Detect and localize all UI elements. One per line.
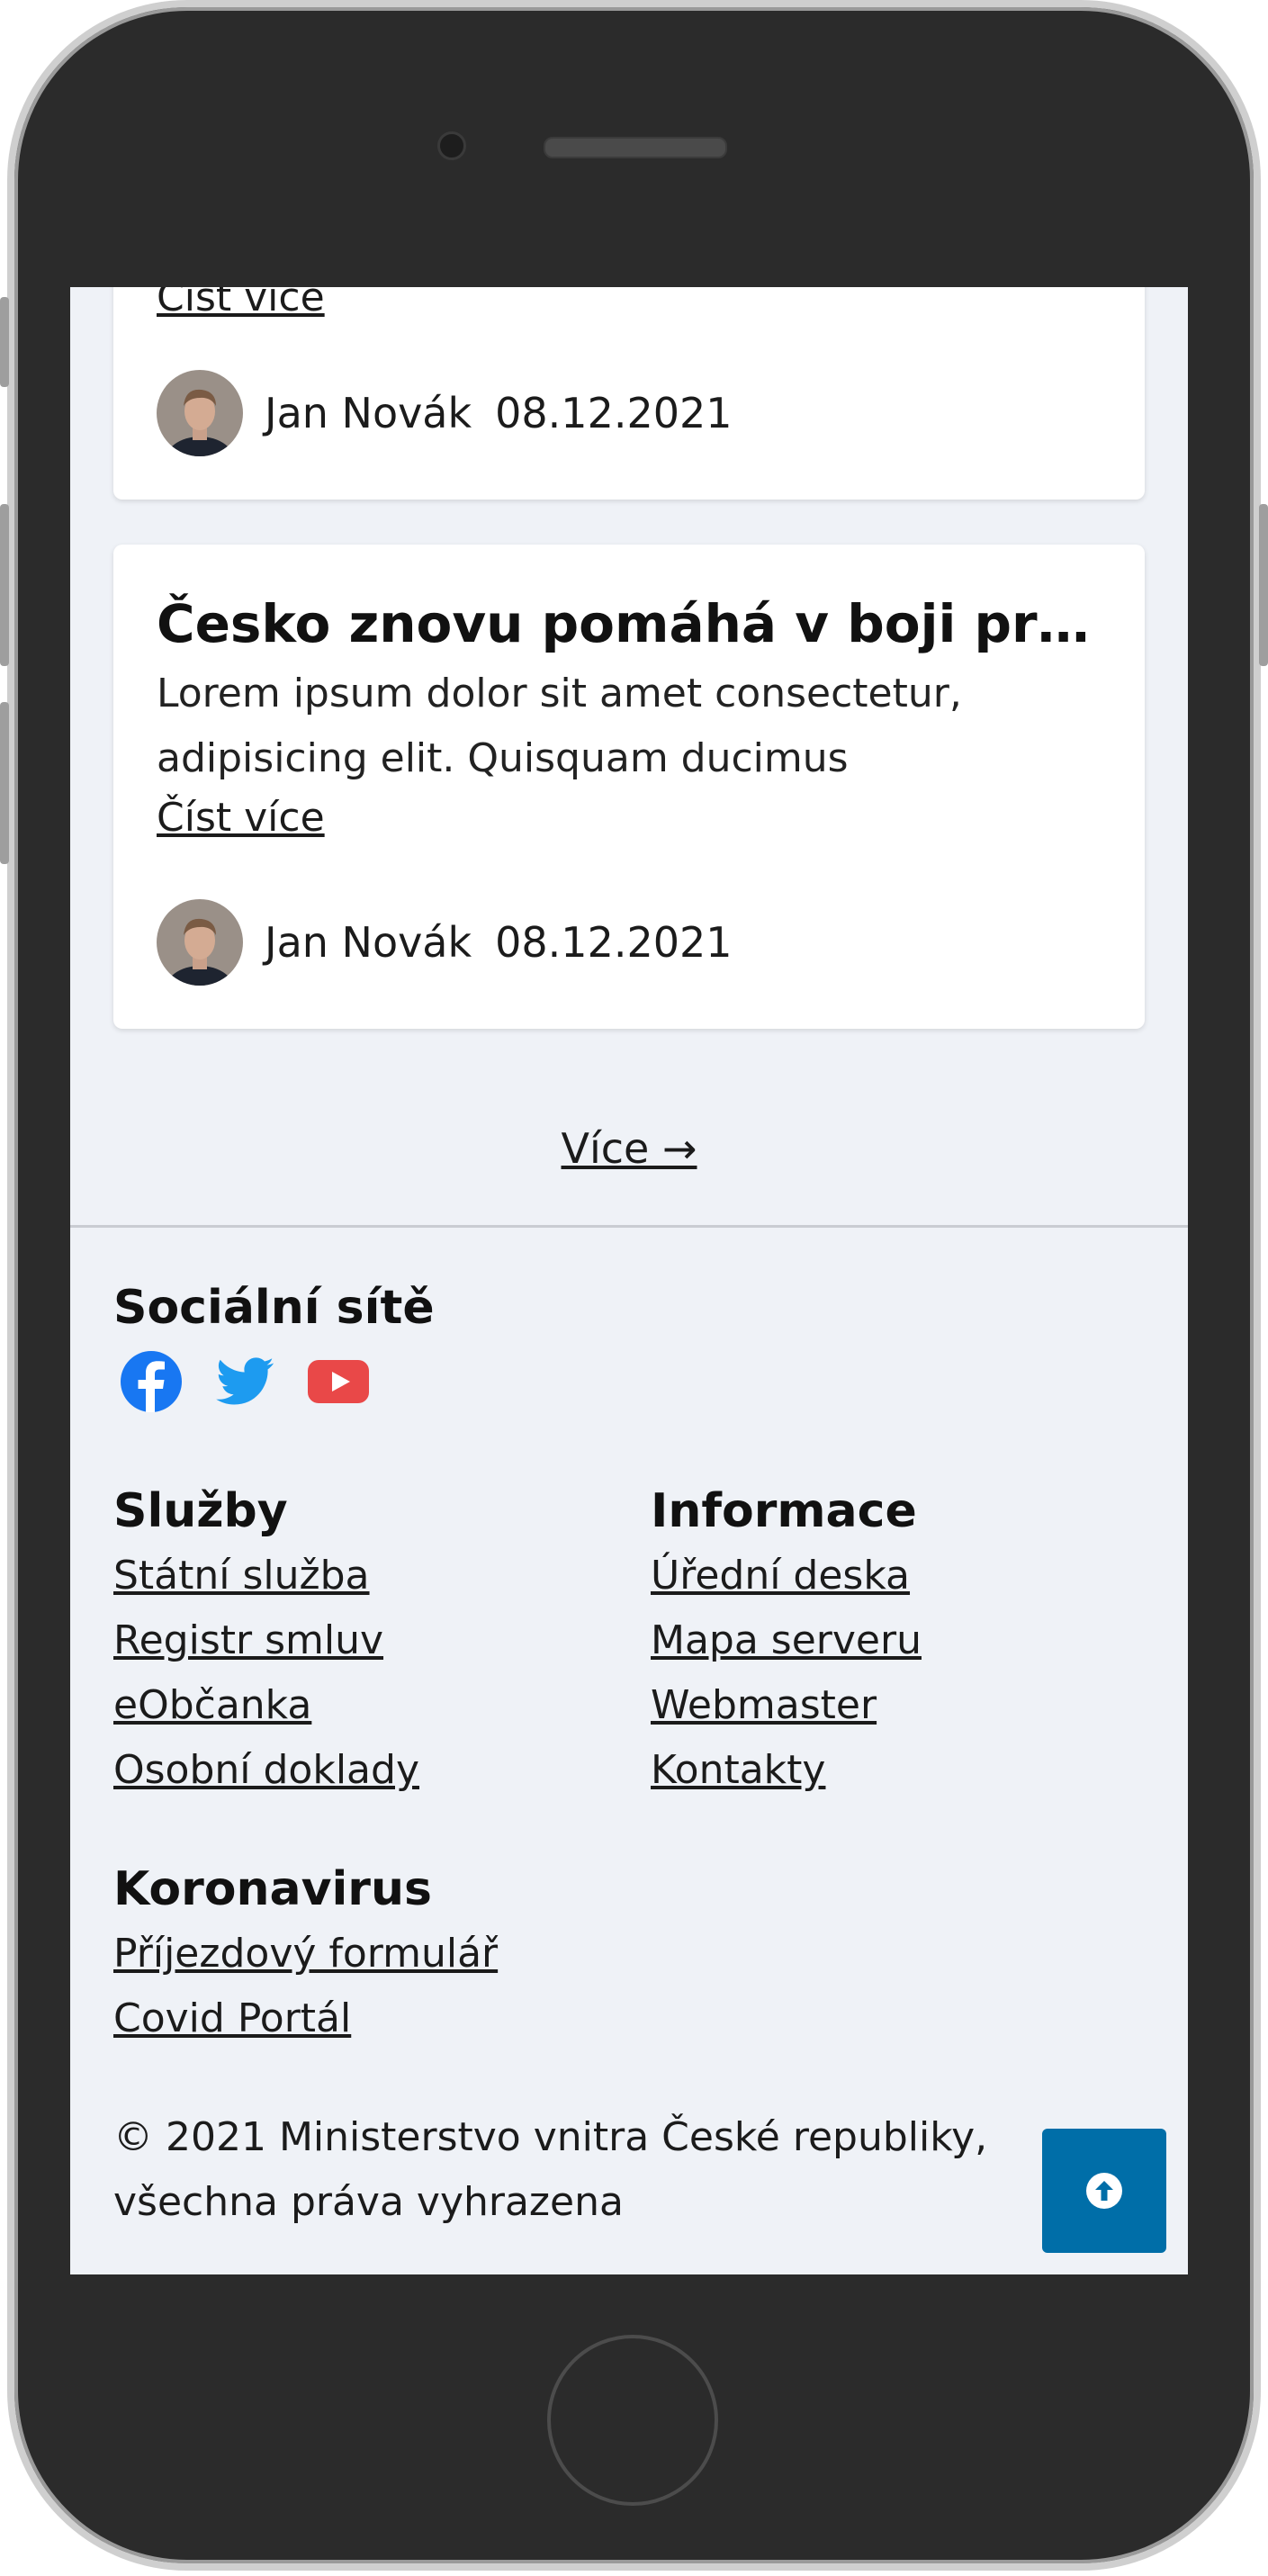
social-icons [119, 1349, 371, 1414]
footer-link-statni-sluzba[interactable]: Státní služba [113, 1544, 419, 1608]
article-card: Česko znovu pomáhá v boji proti koronavi… [113, 545, 1145, 1029]
coronavirus-links: Příjezdový formulář Covid Portál [113, 1922, 498, 2051]
earpiece-speaker [544, 137, 727, 158]
front-camera [437, 131, 466, 160]
footer-link-covid-portal[interactable]: Covid Portál [113, 1986, 498, 2051]
footer-link-prijezdovy-formular[interactable]: Příjezdový formulář [113, 1922, 498, 1986]
phone-volume-up-button [0, 504, 9, 666]
article-date: 08.12.2021 [495, 389, 733, 437]
footer-link-webmaster[interactable]: Webmaster [651, 1673, 922, 1738]
information-links: Úřední deska Mapa serveru Webmaster Kont… [651, 1544, 922, 1803]
more-articles-link[interactable]: Více → [561, 1124, 697, 1173]
footer-link-osobni-doklady[interactable]: Osobní doklady [113, 1738, 419, 1803]
read-more-link[interactable]: Číst více [157, 795, 325, 841]
home-button[interactable] [547, 2335, 718, 2506]
author-avatar [157, 899, 243, 986]
author-name: Jan Novák [265, 918, 472, 967]
author-name: Jan Novák [265, 389, 472, 437]
services-links: Státní služba Registr smluv eObčanka Oso… [113, 1544, 419, 1803]
youtube-icon[interactable] [306, 1349, 371, 1414]
article-title[interactable]: Česko znovu pomáhá v boji proti koronavi… [157, 593, 1111, 654]
footer-link-uredni-deska[interactable]: Úřední deska [651, 1544, 922, 1608]
article-card: Číst více Jan Novák 08.12.2021 [113, 287, 1145, 500]
phone-volume-down-button [0, 702, 9, 864]
article-author-row: Jan Novák 08.12.2021 [157, 899, 733, 986]
back-to-top-button[interactable] [1042, 2129, 1166, 2253]
article-author-row: Jan Novák 08.12.2021 [157, 370, 733, 456]
footer-link-mapa-serveru[interactable]: Mapa serveru [651, 1608, 922, 1673]
footer-link-eobcanka[interactable]: eObčanka [113, 1673, 419, 1738]
phone-power-button [1259, 504, 1268, 666]
arrow-up-circle-icon [1086, 2173, 1122, 2209]
copyright-text: © 2021 Ministerstvo vnitra České republi… [113, 2114, 988, 2225]
phone-side-button [0, 297, 9, 387]
screen: Číst více Jan Novák 08.12.2021 Česko zno… [70, 287, 1188, 2274]
services-heading: Služby [113, 1484, 288, 1538]
article-excerpt: Lorem ipsum dolor sit amet consectetur, … [157, 671, 962, 781]
twitter-icon[interactable] [212, 1349, 277, 1414]
coronavirus-heading: Koronavirus [113, 1862, 432, 1916]
article-date: 08.12.2021 [495, 918, 733, 967]
author-avatar [157, 370, 243, 456]
social-heading: Sociální sítě [113, 1281, 435, 1335]
information-heading: Informace [651, 1484, 917, 1538]
read-more-link[interactable]: Číst více [157, 287, 325, 320]
footer-link-kontakty[interactable]: Kontakty [651, 1738, 922, 1803]
more-articles-container: Více → [70, 1124, 1188, 1173]
footer-divider [70, 1225, 1188, 1228]
footer-link-registr-smluv[interactable]: Registr smluv [113, 1608, 419, 1673]
facebook-icon[interactable] [119, 1349, 184, 1414]
